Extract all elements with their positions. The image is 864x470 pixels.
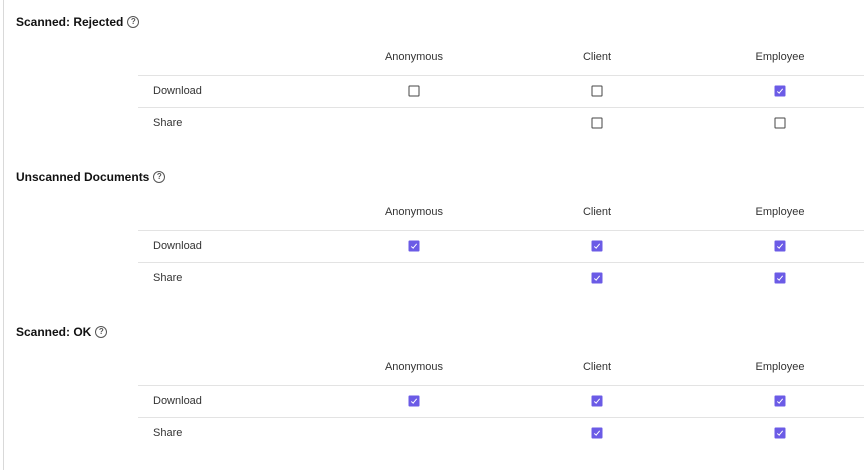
column-header-anonymous: Anonymous bbox=[384, 51, 444, 63]
section-title: Scanned: Rejected ? bbox=[16, 15, 140, 29]
help-icon[interactable]: ? bbox=[127, 16, 140, 28]
checkbox-download-client[interactable] bbox=[591, 395, 603, 407]
row-divider bbox=[138, 262, 864, 263]
row-divider bbox=[138, 75, 864, 76]
column-header-client: Client bbox=[582, 51, 612, 63]
help-icon[interactable]: ? bbox=[153, 171, 166, 183]
help-icon[interactable]: ? bbox=[95, 326, 108, 338]
column-header-employee: Employee bbox=[755, 206, 805, 218]
column-header-anonymous: Anonymous bbox=[384, 206, 444, 218]
row-divider bbox=[138, 230, 864, 231]
checkbox-download-employee[interactable] bbox=[774, 240, 786, 252]
row-label-download: Download bbox=[153, 240, 202, 252]
section-title-text: Scanned: OK bbox=[16, 325, 92, 339]
column-header-employee: Employee bbox=[755, 361, 805, 373]
row-divider bbox=[138, 417, 864, 418]
checkbox-download-anonymous[interactable] bbox=[408, 395, 420, 407]
row-label-download: Download bbox=[153, 395, 202, 407]
section-title-text: Unscanned Documents bbox=[16, 170, 150, 184]
column-header-client: Client bbox=[582, 361, 612, 373]
checkbox-share-client[interactable] bbox=[591, 427, 603, 439]
checkbox-download-employee[interactable] bbox=[774, 395, 786, 407]
row-divider bbox=[138, 385, 864, 386]
section-title: Unscanned Documents ? bbox=[16, 170, 166, 184]
checkbox-download-client[interactable] bbox=[591, 240, 603, 252]
section-title: Scanned: OK ? bbox=[16, 325, 108, 339]
row-label-share: Share bbox=[153, 427, 183, 439]
row-divider bbox=[138, 107, 864, 108]
checkbox-download-employee[interactable] bbox=[774, 85, 786, 97]
row-label-share: Share bbox=[153, 117, 183, 129]
column-header-anonymous: Anonymous bbox=[384, 361, 444, 373]
checkbox-share-client[interactable] bbox=[591, 117, 603, 129]
row-label-download: Download bbox=[153, 85, 202, 97]
column-header-client: Client bbox=[582, 206, 612, 218]
checkbox-download-client[interactable] bbox=[591, 85, 603, 97]
checkbox-share-employee[interactable] bbox=[774, 272, 786, 284]
checkbox-share-client[interactable] bbox=[591, 272, 603, 284]
left-border bbox=[3, 0, 4, 470]
row-label-share: Share bbox=[153, 272, 183, 284]
checkbox-share-employee[interactable] bbox=[774, 427, 786, 439]
checkbox-share-employee[interactable] bbox=[774, 117, 786, 129]
checkbox-download-anonymous[interactable] bbox=[408, 240, 420, 252]
section-title-text: Scanned: Rejected bbox=[16, 15, 124, 29]
checkbox-download-anonymous[interactable] bbox=[408, 85, 420, 97]
column-header-employee: Employee bbox=[755, 51, 805, 63]
